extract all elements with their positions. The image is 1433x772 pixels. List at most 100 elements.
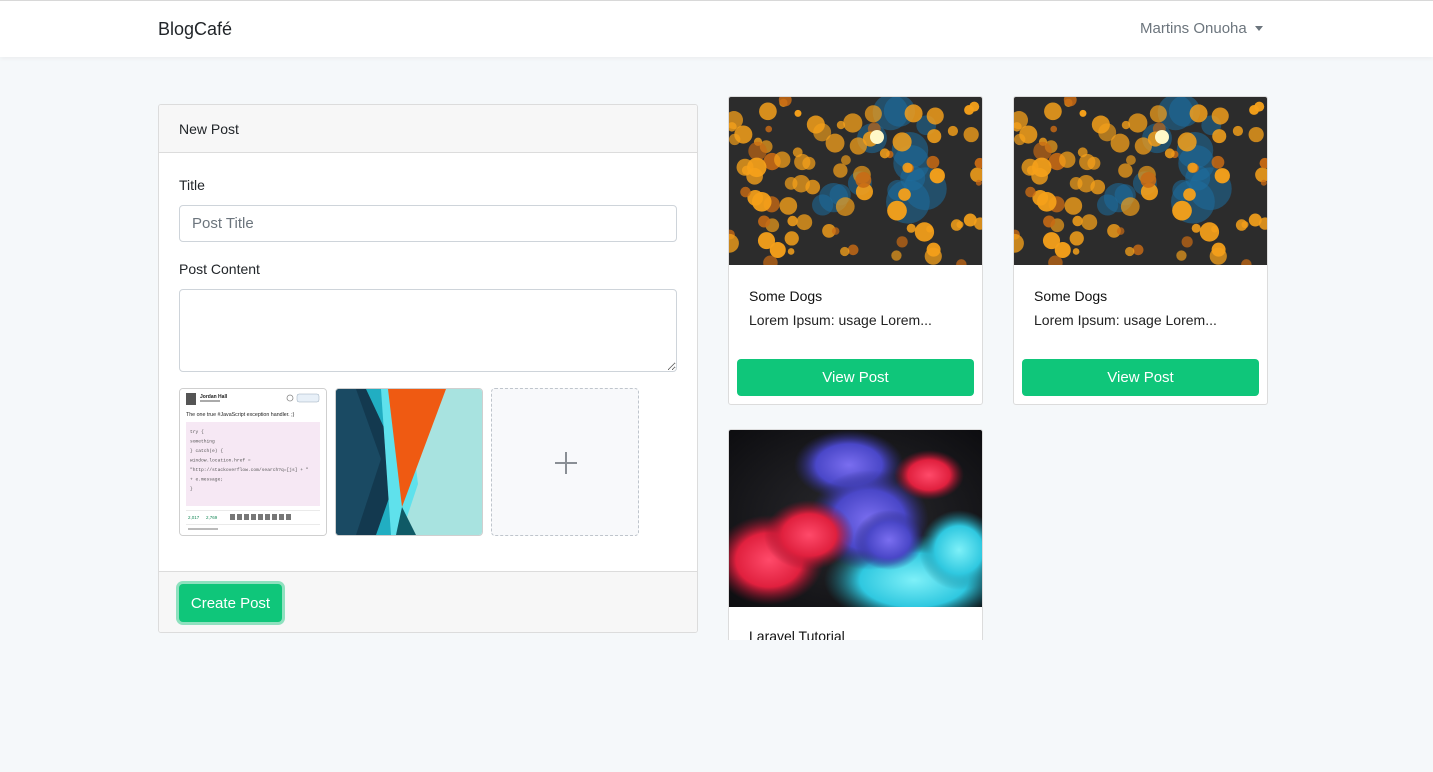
bokeh-light <box>1187 162 1198 173</box>
image-thumbnail-tweet[interactable]: Jordan Hall The one true #JavaScript exc… <box>179 388 327 536</box>
bokeh-light <box>748 141 767 161</box>
image-thumbnail-geometric[interactable] <box>335 388 483 536</box>
post-title: Laravel Tutorial <box>749 628 845 640</box>
user-dropdown[interactable]: Martins Onuoha <box>1140 20 1263 37</box>
bokeh-light <box>765 125 773 133</box>
bokeh-light <box>774 151 791 168</box>
bokeh-light <box>1181 236 1193 248</box>
bokeh-light <box>784 177 798 190</box>
bokeh-light <box>1042 232 1061 250</box>
bokeh-light <box>1140 172 1157 188</box>
bokeh-light <box>1059 151 1076 168</box>
post-excerpt: Lorem Ipsum: usage Lorem... <box>749 312 932 328</box>
create-post-button[interactable]: Create Post <box>179 584 282 622</box>
add-image-button[interactable] <box>491 388 639 536</box>
bokeh-light <box>892 132 912 152</box>
post-excerpt: Lorem Ipsum: usage Lorem... <box>1034 312 1217 328</box>
geometric-pattern-image <box>336 389 482 535</box>
bokeh-light <box>898 188 911 201</box>
title-label: Title <box>179 177 205 193</box>
bokeh-light <box>1134 137 1152 155</box>
bokeh-light <box>1164 148 1175 159</box>
bokeh-light <box>1172 200 1192 221</box>
bokeh-light <box>787 248 795 255</box>
bokeh-light <box>836 120 846 130</box>
bokeh-light <box>847 244 859 256</box>
tweet-screenshot-image: Jordan Hall The one true #JavaScript exc… <box>180 389 326 535</box>
bokeh-light <box>849 137 867 155</box>
post-title-input[interactable] <box>179 205 677 242</box>
post-image <box>729 430 982 607</box>
bokeh-light <box>1260 179 1267 186</box>
bokeh-light <box>902 162 913 173</box>
caret-down-icon <box>1254 26 1263 31</box>
bokeh-light <box>1069 231 1084 246</box>
bokeh-light <box>887 200 907 221</box>
tweet-code-line: try { <box>190 429 204 435</box>
bokeh-light <box>1121 120 1131 130</box>
bokeh-light <box>1191 223 1201 233</box>
bokeh-light <box>1043 215 1056 228</box>
new-post-panel: New Post Title Post Content Jordan Hall … <box>158 104 698 633</box>
bokeh-light <box>956 221 964 229</box>
post-card: Laravel Tutorial <box>728 429 983 640</box>
bokeh-light <box>1209 247 1227 265</box>
bokeh-light <box>751 192 772 212</box>
bokeh-light <box>904 104 923 123</box>
bokeh-light <box>914 222 935 242</box>
panel-footer: Create Post <box>159 571 697 632</box>
panel-title: New Post <box>179 121 239 137</box>
bokeh-light <box>787 215 798 227</box>
post-card: Some Dogs Lorem Ipsum: usage Lorem... Vi… <box>1013 96 1268 405</box>
bokeh-light <box>1211 155 1225 169</box>
top-navbar: BlogCafé Martins Onuoha <box>0 0 1433 57</box>
post-content-textarea[interactable] <box>179 289 677 372</box>
bokeh-light <box>1033 141 1052 161</box>
bokeh-light <box>1025 186 1036 198</box>
view-post-button[interactable]: View Post <box>737 359 974 396</box>
bokeh-light <box>734 125 753 144</box>
bokeh-light <box>1125 155 1136 165</box>
bokeh-light <box>1044 102 1062 121</box>
svg-text:2,769: 2,769 <box>206 515 218 520</box>
bokeh-light <box>757 232 776 250</box>
bokeh-light <box>759 102 777 121</box>
bokeh-light <box>855 172 872 188</box>
bokeh-light <box>947 125 959 137</box>
bokeh-light <box>1072 248 1080 255</box>
bokeh-light <box>927 129 942 144</box>
bokeh-light <box>805 179 821 195</box>
bokeh-light <box>746 157 767 178</box>
bokeh-light <box>924 247 942 265</box>
bokeh-light <box>806 115 825 134</box>
bokeh-light <box>926 107 944 125</box>
bokeh-light <box>1211 107 1229 125</box>
bokeh-light <box>779 197 798 215</box>
tweet-text: The one true #JavaScript exception handl… <box>186 412 295 418</box>
brand-logo[interactable]: BlogCafé <box>158 19 232 40</box>
bokeh-light <box>1079 109 1087 117</box>
bokeh-light <box>1248 126 1264 143</box>
tweet-code-line: something <box>190 439 215 445</box>
bokeh-light <box>794 153 811 171</box>
bokeh-light <box>969 101 980 112</box>
bokeh-light <box>840 155 851 165</box>
bokeh-light <box>1097 194 1119 216</box>
bokeh-light <box>1132 244 1144 256</box>
post-image <box>1014 97 1267 265</box>
bokeh-light <box>1031 157 1052 178</box>
post-title: Some Dogs <box>1034 288 1108 304</box>
bokeh-light <box>1176 250 1187 261</box>
bokeh-light <box>926 155 940 169</box>
view-post-button[interactable]: View Post <box>1022 359 1259 396</box>
bokeh-light <box>843 113 863 133</box>
bokeh-light <box>896 236 908 248</box>
bokeh-light <box>812 194 834 216</box>
bokeh-light <box>740 186 751 198</box>
bokeh-light <box>1091 115 1110 134</box>
tweet-code-line: "http://stackoverflow.com/search?q=[js] … <box>190 467 309 473</box>
bokeh-light <box>833 163 848 178</box>
tweet-author: Jordan Hall <box>200 394 228 400</box>
content-label: Post Content <box>179 261 260 277</box>
bokeh-light <box>879 148 890 159</box>
